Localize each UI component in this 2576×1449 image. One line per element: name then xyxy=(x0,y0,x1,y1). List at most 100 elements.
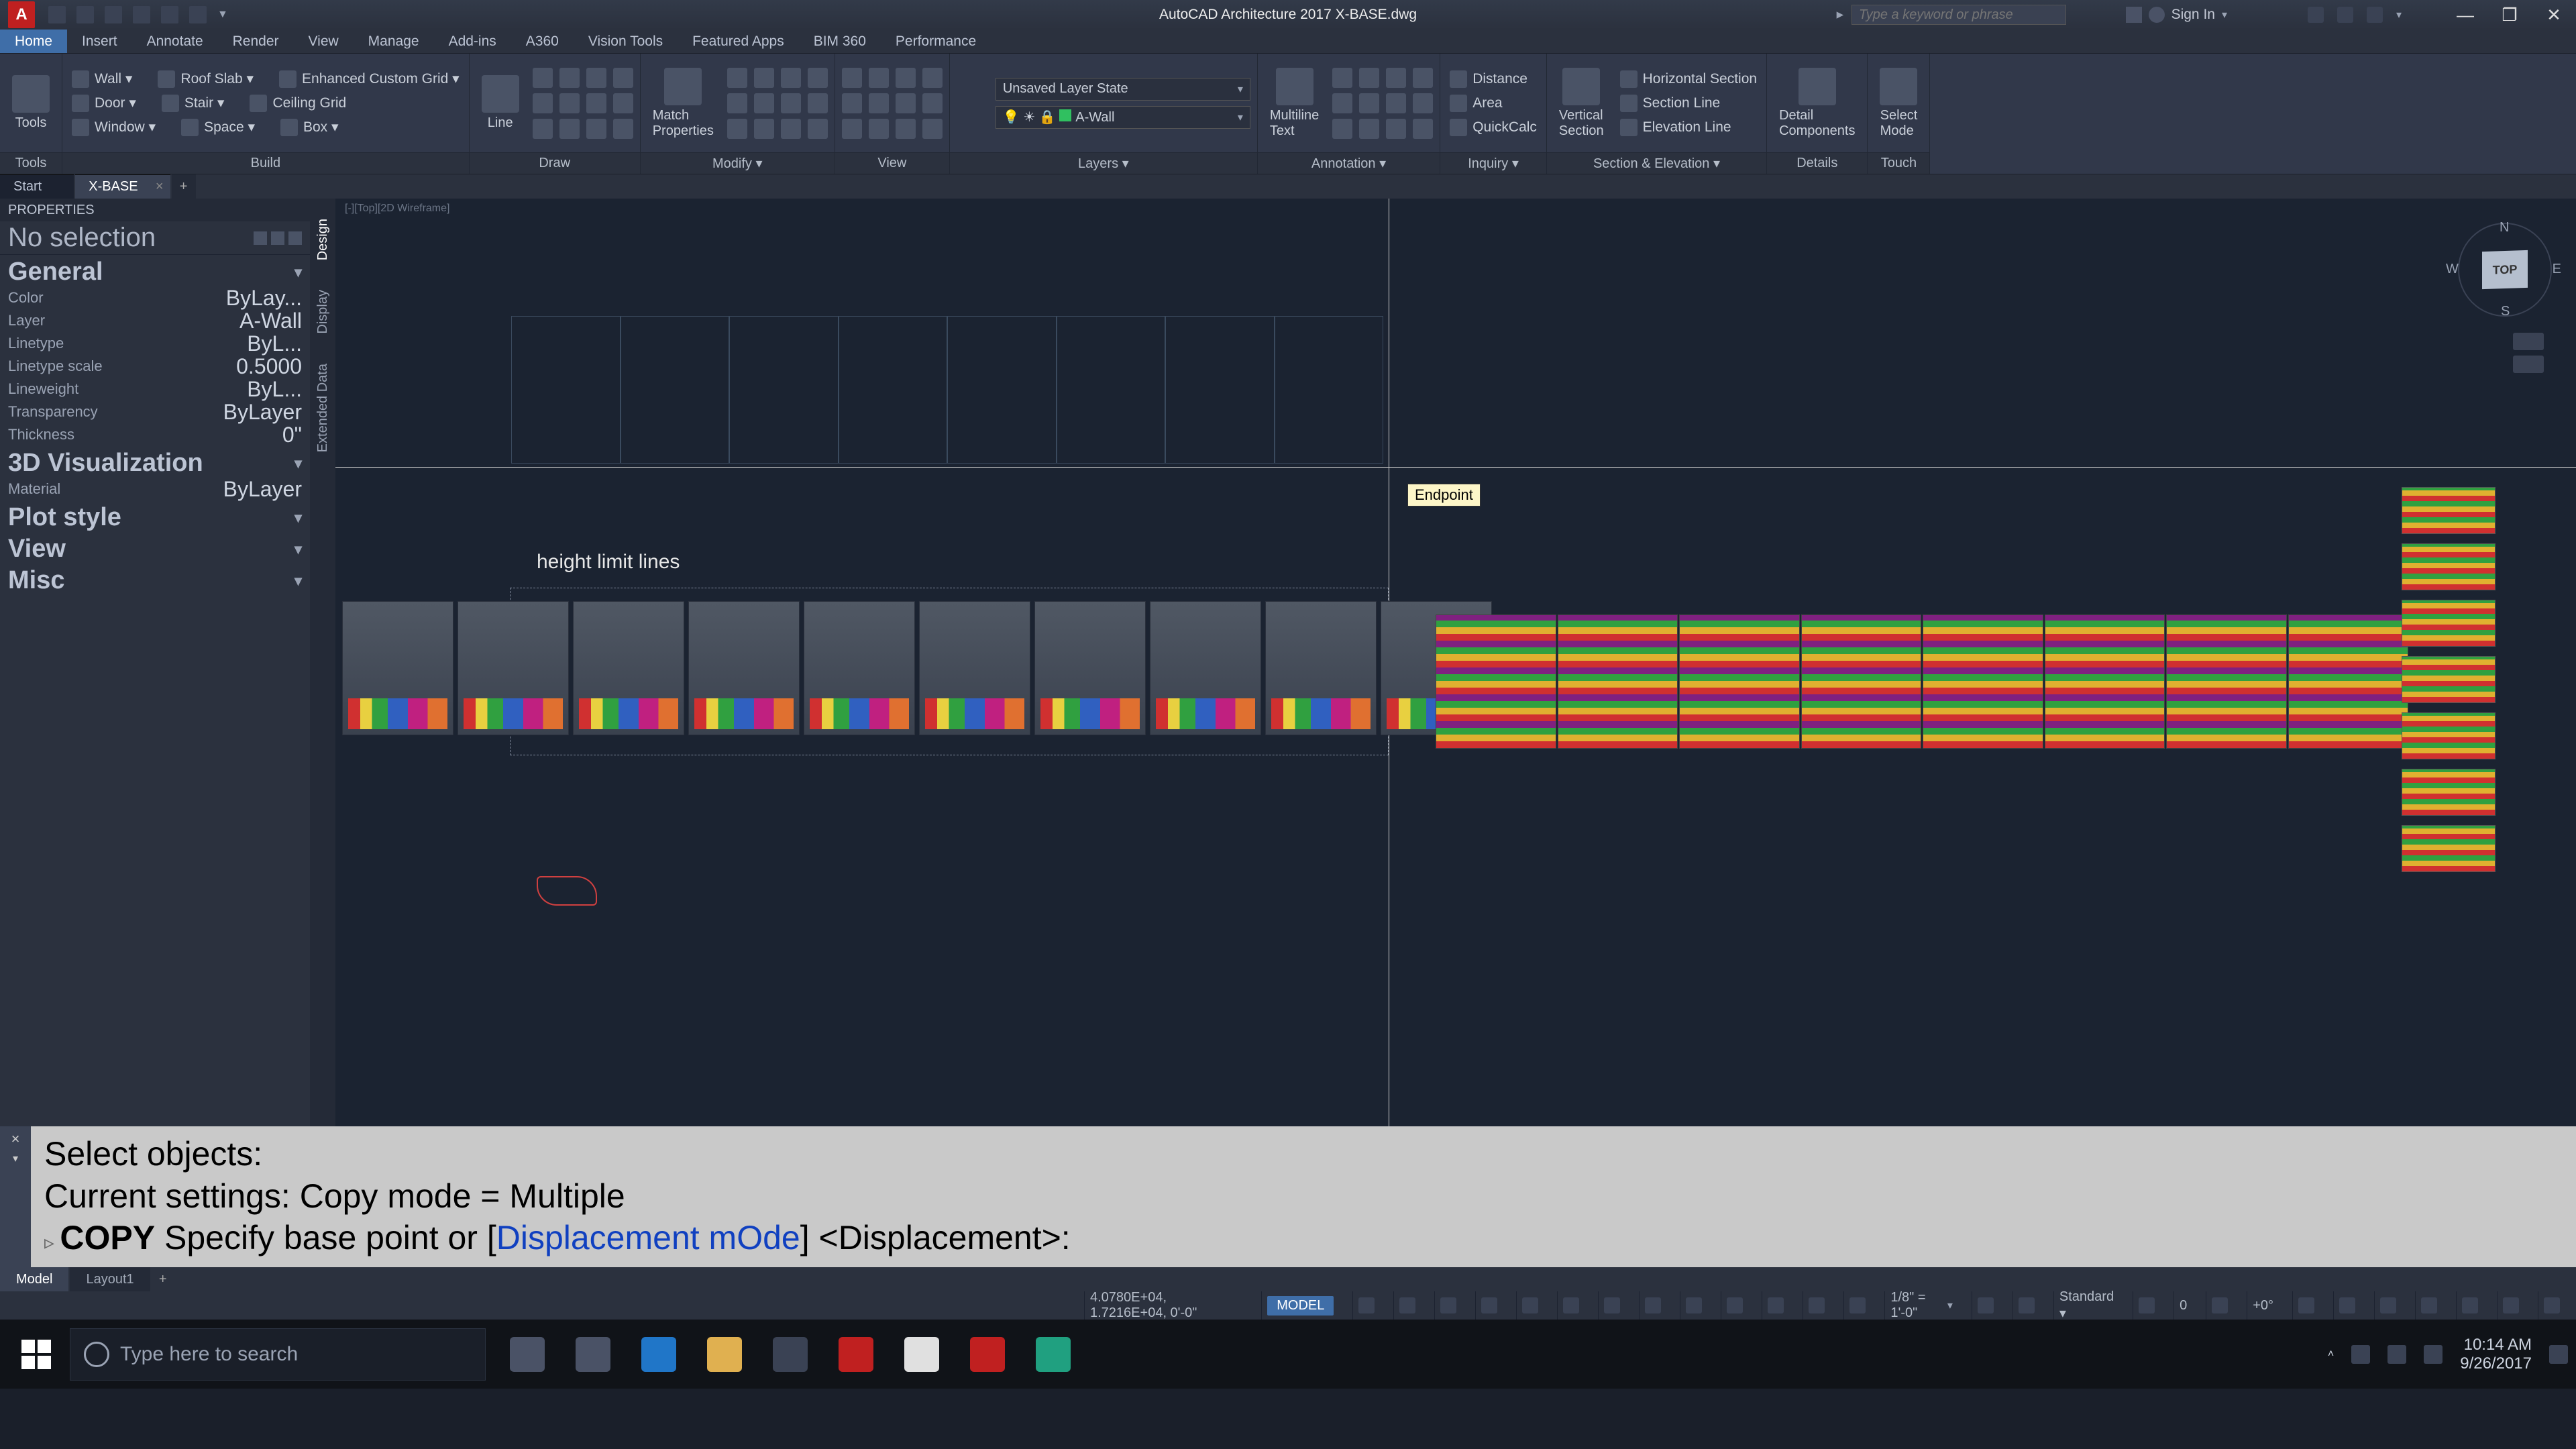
layout-tab-model[interactable]: Model xyxy=(0,1267,68,1291)
command-line[interactable]: × ▾ Select objects: Current settings: Co… xyxy=(0,1126,2576,1267)
ribbon-tab-add-ins[interactable]: Add-ins xyxy=(434,30,511,53)
taskbar-chrome-button[interactable] xyxy=(890,1324,954,1385)
horizontal-section-button[interactable]: Horizontal Section xyxy=(1617,69,1760,89)
window--button[interactable]: Window ▾ xyxy=(69,117,158,138)
palette-tab-extended-data[interactable]: Extended Data xyxy=(315,350,331,466)
new-doc-tab-button[interactable]: + xyxy=(172,174,196,199)
taskbar-explorer-button[interactable] xyxy=(692,1324,757,1385)
ribbon-tool-icon[interactable] xyxy=(1386,68,1406,88)
angle2-readout[interactable]: +0° xyxy=(2247,1291,2279,1320)
workspace-switch-icon[interactable] xyxy=(2139,1297,2155,1313)
transparency-toggle-icon[interactable] xyxy=(1809,1297,1825,1313)
match-button[interactable]: Match Properties xyxy=(647,65,719,142)
viewcube[interactable]: TOP N S E W xyxy=(2458,223,2552,317)
detail-button[interactable]: Detail Components xyxy=(1774,65,1860,142)
customize-status-icon[interactable] xyxy=(2544,1297,2560,1313)
qat-save-icon[interactable] xyxy=(105,6,122,23)
ribbon-tool-icon[interactable] xyxy=(586,93,606,113)
tray-network-icon[interactable] xyxy=(2351,1345,2370,1364)
ribbon-tool-icon[interactable] xyxy=(869,68,889,88)
taskbar-mic-button[interactable] xyxy=(495,1324,559,1385)
prop-row-thickness[interactable]: Thickness0" xyxy=(0,423,310,446)
ribbon-tool-icon[interactable] xyxy=(1386,119,1406,139)
ribbon-tool-icon[interactable] xyxy=(1359,93,1379,113)
ribbon-tool-icon[interactable] xyxy=(869,93,889,113)
taskbar-store-button[interactable] xyxy=(758,1324,822,1385)
ribbon-tab-bim-360[interactable]: BIM 360 xyxy=(799,30,881,53)
ribbon-tool-icon[interactable] xyxy=(1332,93,1352,113)
anno-scale-readout[interactable]: Standard ▾ xyxy=(2053,1291,2119,1320)
minimize-button[interactable]: — xyxy=(2443,0,2487,30)
distance-button[interactable]: Distance xyxy=(1447,69,1530,89)
prop-section-misc[interactable]: Misc▾ xyxy=(0,564,310,595)
drawing-canvas[interactable]: [-][Top][2D Wireframe] Endpoint height l… xyxy=(335,199,2576,1126)
select-button[interactable]: Select Mode xyxy=(1874,65,1923,142)
lineweight-toggle-icon[interactable] xyxy=(1768,1297,1784,1313)
tray-chevron-icon[interactable]: ˄ xyxy=(2328,1348,2334,1360)
stair--button[interactable]: Stair ▾ xyxy=(159,93,227,113)
infocenter-search[interactable]: ▸ xyxy=(1837,5,2066,25)
door--button[interactable]: Door ▾ xyxy=(69,93,139,113)
ribbon-tool-icon[interactable] xyxy=(533,68,553,88)
annoscale-icon[interactable] xyxy=(2019,1297,2035,1313)
ribbon-tool-icon[interactable] xyxy=(613,93,633,113)
qat-dropdown-icon[interactable]: ▼ xyxy=(217,9,228,21)
gear-icon[interactable] xyxy=(1978,1297,1994,1313)
enhanced-custom-grid--button[interactable]: Enhanced Custom Grid ▾ xyxy=(276,69,462,89)
qat-undo-icon[interactable] xyxy=(133,6,150,23)
selection-cycling-icon[interactable] xyxy=(1849,1297,1866,1313)
viewcube-north[interactable]: N xyxy=(2500,220,2509,235)
palette-tab-display[interactable]: Display xyxy=(315,276,331,347)
ribbon-tool-icon[interactable] xyxy=(808,68,828,88)
cmdline-options-icon[interactable]: ▾ xyxy=(13,1152,18,1165)
ribbon-tool-icon[interactable] xyxy=(896,68,916,88)
line-button[interactable]: Line xyxy=(476,72,525,133)
lock-ui-icon[interactable] xyxy=(2380,1297,2396,1313)
start-button[interactable] xyxy=(5,1324,67,1385)
grid-toggle-icon[interactable] xyxy=(1358,1297,1375,1313)
ribbon-tool-icon[interactable] xyxy=(1413,93,1433,113)
prop-section-3d-visualization[interactable]: 3D Visualization▾ xyxy=(0,446,310,478)
exchange-icon[interactable] xyxy=(2308,7,2324,23)
ribbon-tool-icon[interactable] xyxy=(922,93,943,113)
ribbon-tab-insert[interactable]: Insert xyxy=(67,30,132,53)
tray-battery-icon[interactable] xyxy=(2424,1345,2443,1364)
ribbon-tool-icon[interactable] xyxy=(808,93,828,113)
viewcube-east[interactable]: E xyxy=(2553,262,2561,277)
ribbon-tool-icon[interactable] xyxy=(1413,68,1433,88)
quickprops-icon[interactable] xyxy=(2339,1297,2355,1313)
ribbon-tool-icon[interactable] xyxy=(781,119,801,139)
maximize-button[interactable]: ❐ xyxy=(2487,0,2532,30)
ribbon-tool-icon[interactable] xyxy=(559,68,580,88)
units-icon[interactable] xyxy=(2298,1297,2314,1313)
ortho-toggle-icon[interactable] xyxy=(1440,1297,1456,1313)
prop-row-color[interactable]: ColorByLay... xyxy=(0,286,310,309)
scale-readout[interactable]: 1/8" = 1'-0" ▾ xyxy=(1884,1291,1958,1320)
ribbon-tool-icon[interactable] xyxy=(1413,119,1433,139)
ribbon-tool-icon[interactable] xyxy=(727,119,747,139)
search-input[interactable] xyxy=(1851,5,2066,25)
viewcube-face[interactable]: TOP xyxy=(2482,250,2528,289)
taskbar-clock[interactable]: 10:14 AM 9/26/2017 xyxy=(2460,1336,2532,1373)
ribbon-tool-icon[interactable] xyxy=(754,93,774,113)
osnap-toggle-icon[interactable] xyxy=(1563,1297,1579,1313)
dynamic-ucs-icon[interactable] xyxy=(1686,1297,1702,1313)
qat-print-icon[interactable] xyxy=(189,6,207,23)
prop-row-layer[interactable]: LayerA-Wall xyxy=(0,309,310,332)
ribbon-tab-view[interactable]: View xyxy=(294,30,354,53)
qat-new-icon[interactable] xyxy=(48,6,66,23)
ribbon-tool-icon[interactable] xyxy=(869,119,889,139)
ribbon-tab-performance[interactable]: Performance xyxy=(881,30,991,53)
ribbon-tab-manage[interactable]: Manage xyxy=(354,30,434,53)
doc-tab-start[interactable]: Start xyxy=(0,174,74,199)
ribbon-tool-icon[interactable] xyxy=(1332,68,1352,88)
close-icon[interactable]: × xyxy=(156,179,164,195)
prop-section-plot-style[interactable]: Plot style▾ xyxy=(0,500,310,532)
quickselect-icon[interactable] xyxy=(254,231,267,245)
close-button[interactable]: ✕ xyxy=(2532,0,2576,30)
otrack-toggle-icon[interactable] xyxy=(1645,1297,1661,1313)
ribbon-tool-icon[interactable] xyxy=(896,93,916,113)
ribbon-tool-icon[interactable] xyxy=(1359,119,1379,139)
prop-row-transparency[interactable]: TransparencyByLayer xyxy=(0,400,310,423)
ribbon-tool-icon[interactable] xyxy=(586,119,606,139)
